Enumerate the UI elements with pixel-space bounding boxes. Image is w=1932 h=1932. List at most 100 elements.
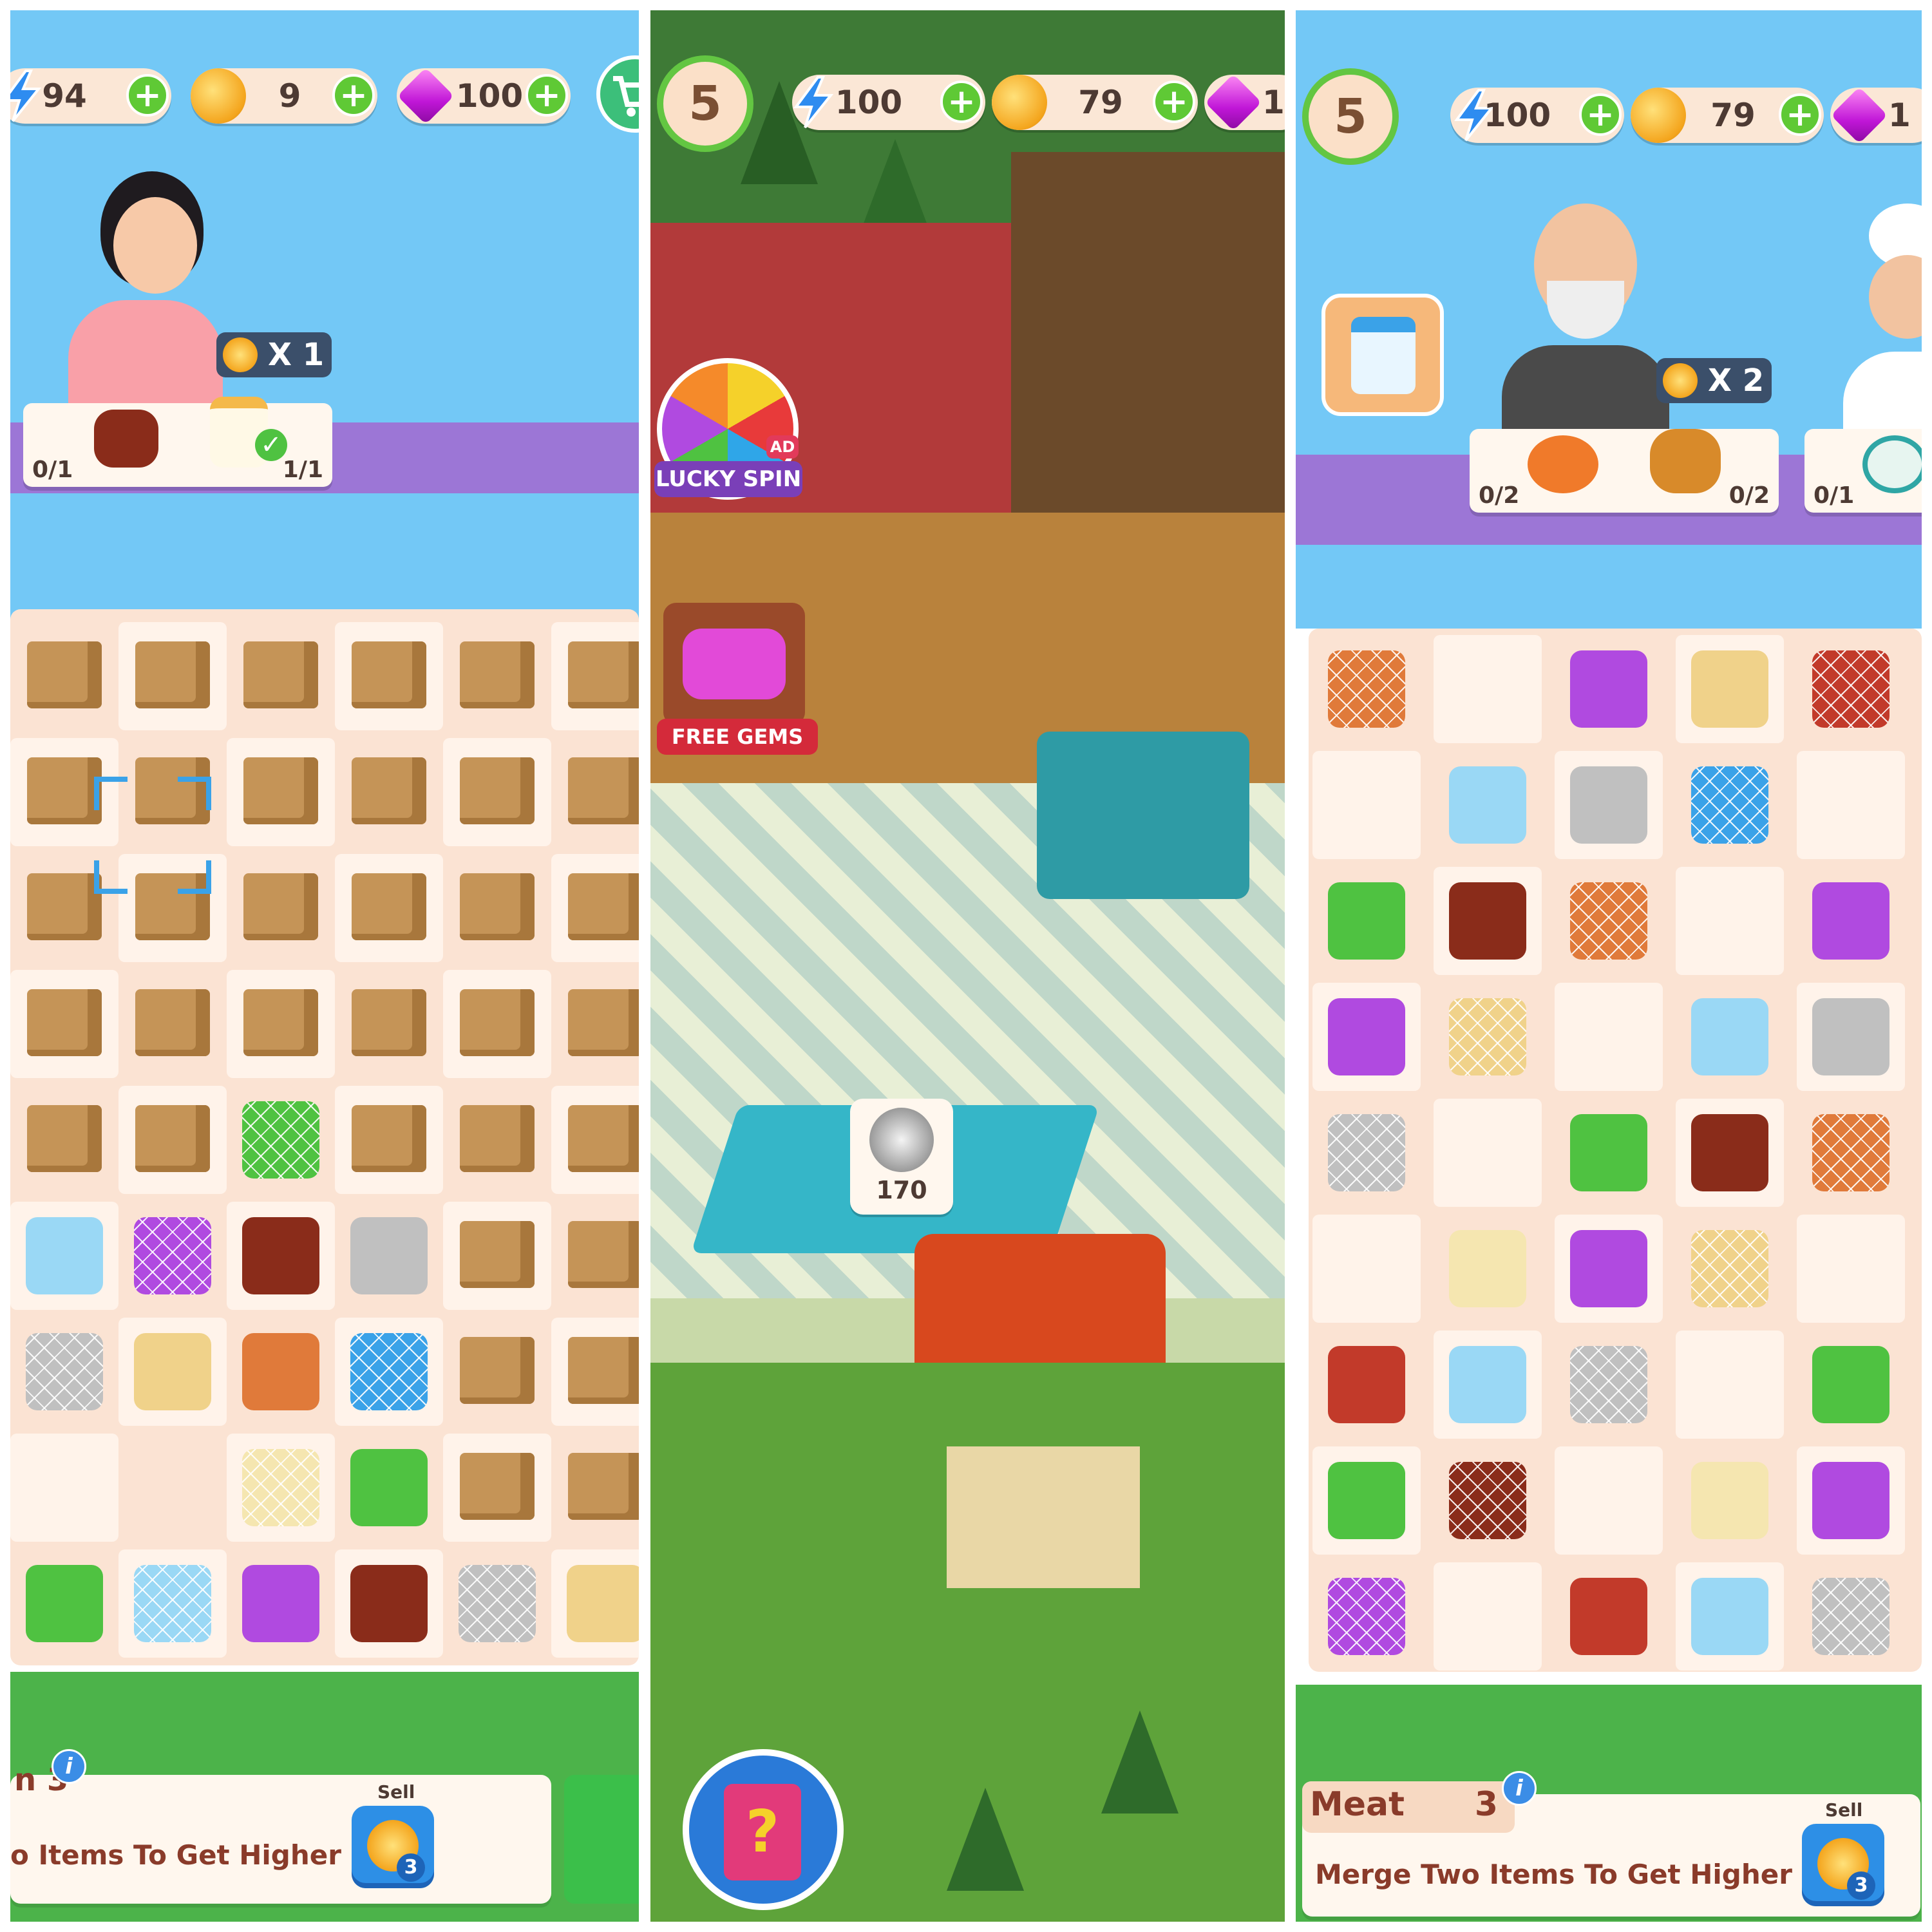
board-cell[interactable]: [1312, 867, 1421, 975]
board-cell[interactable]: [1555, 983, 1663, 1091]
board-cell[interactable]: [227, 1434, 335, 1542]
board-cell[interactable]: [1434, 1099, 1542, 1207]
coin-counter[interactable]: 9 +: [191, 68, 377, 124]
energy-counter[interactable]: 100 +: [792, 75, 985, 130]
add-energy-button[interactable]: +: [1579, 93, 1622, 136]
board-cell[interactable]: [1797, 983, 1905, 1091]
board-cell[interactable]: [335, 738, 443, 846]
lucky-spin-label[interactable]: LUCKY SPIN: [654, 461, 802, 497]
board-cell[interactable]: [118, 1202, 227, 1310]
board-cell[interactable]: [1676, 1099, 1784, 1207]
board-cell[interactable]: [227, 1318, 335, 1426]
board-cell[interactable]: [1676, 1215, 1784, 1323]
board-cell[interactable]: [1434, 1446, 1542, 1555]
board-cell[interactable]: [551, 854, 639, 962]
board-cell[interactable]: [1676, 635, 1784, 743]
shopping-cart-icon[interactable]: [596, 55, 639, 133]
board-cell[interactable]: [10, 1202, 118, 1310]
board-cell[interactable]: [1434, 751, 1542, 859]
board-cell[interactable]: [335, 1549, 443, 1658]
board-cell[interactable]: [335, 1202, 443, 1310]
board-cell[interactable]: [1797, 1099, 1905, 1207]
board-cell[interactable]: [1797, 1562, 1905, 1671]
storage-button[interactable]: [564, 1775, 639, 1904]
order-tray[interactable]: 0/2 0/2: [1470, 429, 1779, 513]
board-cell[interactable]: [1555, 1562, 1663, 1671]
board-cell[interactable]: [443, 738, 551, 846]
board-cell[interactable]: [551, 622, 639, 730]
question-book-icon[interactable]: ?: [683, 1749, 844, 1910]
board-cell[interactable]: [443, 1549, 551, 1658]
player-level-badge[interactable]: 5: [657, 55, 753, 152]
add-coins-button[interactable]: +: [332, 74, 375, 117]
add-gems-button[interactable]: +: [526, 74, 568, 117]
board-cell[interactable]: [551, 738, 639, 846]
board-cell[interactable]: [335, 1318, 443, 1426]
energy-counter[interactable]: 94 +: [10, 68, 171, 124]
board-cell[interactable]: [1312, 1562, 1421, 1671]
sell-button[interactable]: 3: [1802, 1824, 1884, 1906]
board-cell[interactable]: [551, 1318, 639, 1426]
board-cell[interactable]: [118, 970, 227, 1078]
board-cell[interactable]: [1434, 635, 1542, 743]
board-cell[interactable]: [1434, 1215, 1542, 1323]
order-tray[interactable]: ✓ 0/1 1/1: [23, 397, 332, 487]
board-cell[interactable]: [335, 1086, 443, 1194]
board-cell[interactable]: [227, 622, 335, 730]
gem-counter[interactable]: 1: [1830, 86, 1922, 144]
board-cell[interactable]: [118, 1549, 227, 1658]
energy-counter[interactable]: 100 +: [1450, 88, 1624, 143]
board-cell[interactable]: [551, 1549, 639, 1658]
info-icon[interactable]: i: [1502, 1771, 1537, 1806]
board-cell[interactable]: [1797, 1215, 1905, 1323]
board-cell[interactable]: [10, 1086, 118, 1194]
board-cell[interactable]: [10, 1318, 118, 1426]
gem-counter[interactable]: 1: [1204, 73, 1285, 131]
board-cell[interactable]: [551, 970, 639, 1078]
board-cell[interactable]: [1434, 867, 1542, 975]
board-cell[interactable]: [443, 1434, 551, 1542]
board-cell[interactable]: [1797, 635, 1905, 743]
bar-counter[interactable]: [1037, 732, 1249, 899]
board-cell[interactable]: [1555, 867, 1663, 975]
board-cell[interactable]: [443, 1318, 551, 1426]
order-tray-2[interactable]: 0/1: [1804, 429, 1922, 513]
board-cell[interactable]: [335, 854, 443, 962]
board-cell[interactable]: [551, 1434, 639, 1542]
coin-counter[interactable]: 79 +: [992, 75, 1198, 130]
add-energy-button[interactable]: +: [126, 74, 169, 117]
board-cell[interactable]: [10, 970, 118, 1078]
board-cell[interactable]: [335, 622, 443, 730]
board-cell[interactable]: [118, 1318, 227, 1426]
board-cell[interactable]: [1676, 1562, 1784, 1671]
add-coins-button[interactable]: +: [1153, 80, 1195, 123]
board-cell[interactable]: [1555, 751, 1663, 859]
board-cell[interactable]: [118, 622, 227, 730]
fridge-generator-button[interactable]: [1321, 294, 1444, 416]
board-cell[interactable]: [551, 1202, 639, 1310]
board-cell[interactable]: [443, 622, 551, 730]
board-cell[interactable]: [1312, 635, 1421, 743]
board-cell[interactable]: [1676, 751, 1784, 859]
board-cell[interactable]: [227, 738, 335, 846]
board-cell[interactable]: [1797, 1331, 1905, 1439]
gem-chest[interactable]: [663, 603, 805, 725]
board-cell[interactable]: [1555, 1331, 1663, 1439]
board-cell[interactable]: [1312, 1446, 1421, 1555]
board-cell[interactable]: [551, 1086, 639, 1194]
board-cell[interactable]: [1676, 1446, 1784, 1555]
board-cell[interactable]: [1312, 1099, 1421, 1207]
board-cell[interactable]: [1434, 1331, 1542, 1439]
board-cell[interactable]: [118, 1086, 227, 1194]
board-cell[interactable]: [1676, 867, 1784, 975]
board-cell[interactable]: [1555, 635, 1663, 743]
board-cell[interactable]: [1797, 1446, 1905, 1555]
board-cell[interactable]: [335, 970, 443, 1078]
board-cell[interactable]: [1676, 983, 1784, 1091]
board-cell[interactable]: [227, 1549, 335, 1658]
board-cell[interactable]: [1312, 983, 1421, 1091]
gem-counter[interactable]: 100 +: [397, 67, 571, 125]
add-coins-button[interactable]: +: [1779, 93, 1821, 136]
upgrade-bubble[interactable]: 170: [850, 1099, 953, 1215]
free-gems-label[interactable]: FREE GEMS: [657, 719, 818, 755]
